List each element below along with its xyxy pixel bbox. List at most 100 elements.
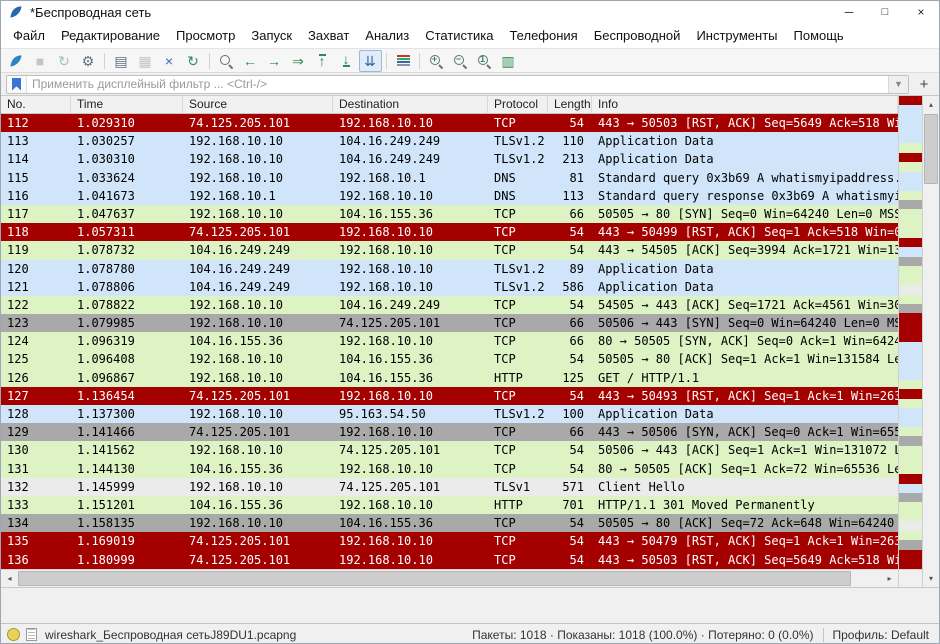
packet-row-128[interactable]: 1281.137300192.168.10.1095.163.54.50TLSv… — [1, 405, 898, 423]
zoom-normal-button[interactable]: 1 — [473, 50, 496, 72]
colorize-packets-button[interactable] — [392, 50, 415, 72]
save-file-button[interactable]: ▦ — [134, 50, 157, 72]
minimap-stripe — [899, 417, 922, 426]
go-forward-button[interactable]: → — [263, 50, 286, 72]
go-last-packet-button[interactable]: ↓ — [335, 50, 358, 72]
menu-item-6[interactable]: Статистика — [417, 25, 501, 46]
resize-columns-button[interactable]: ▥ — [497, 50, 520, 72]
go-back-button[interactable]: ← — [239, 50, 262, 72]
packet-row-131[interactable]: 1311.144130104.16.155.36192.168.10.10TCP… — [1, 460, 898, 478]
cell-proto: TLSv1.2 — [488, 132, 548, 150]
cell-no: 131 — [1, 460, 71, 478]
menu-item-9[interactable]: Инструменты — [688, 25, 785, 46]
cell-src: 104.16.249.249 — [183, 241, 333, 259]
minimap-stripe — [899, 531, 922, 540]
profile-label[interactable]: Профиль: Default — [833, 628, 930, 642]
menu-item-4[interactable]: Захват — [300, 25, 357, 46]
filter-dropdown-button[interactable]: ▼ — [888, 76, 908, 93]
filter-add-button[interactable]: + — [914, 75, 934, 94]
menu-item-10[interactable]: Помощь — [786, 25, 852, 46]
packet-row-117[interactable]: 1171.047637192.168.10.10104.16.155.36TCP… — [1, 205, 898, 223]
capture-options-button[interactable]: ⚙ — [77, 50, 100, 72]
menu-item-0[interactable]: Файл — [5, 25, 53, 46]
packet-row-132[interactable]: 1321.145999192.168.10.1074.125.205.101TL… — [1, 478, 898, 496]
scroll-down-arrow-icon[interactable]: ▾ — [923, 570, 939, 587]
horizontal-scrollbar[interactable]: ◂ ▸ — [1, 569, 898, 587]
expert-info-icon[interactable] — [7, 628, 20, 641]
menu-item-7[interactable]: Телефония — [501, 25, 585, 46]
capture-comment-icon[interactable] — [26, 628, 37, 641]
cell-dst: 104.16.249.249 — [333, 150, 488, 168]
packet-row-135[interactable]: 1351.16901974.125.205.101192.168.10.10TC… — [1, 532, 898, 550]
menu-item-3[interactable]: Запуск — [243, 25, 300, 46]
packet-row-133[interactable]: 1331.151201104.16.155.36192.168.10.10HTT… — [1, 496, 898, 514]
close-button[interactable]: × — [903, 1, 939, 23]
packet-row-112[interactable]: 1121.02931074.125.205.101192.168.10.10TC… — [1, 114, 898, 132]
capture-file-name: wireshark_Беспроводная сетьJ89DU1.pcapng — [45, 628, 472, 642]
packet-row-114[interactable]: 1141.030310192.168.10.10104.16.249.249TL… — [1, 150, 898, 168]
zoom-in-button[interactable]: + — [425, 50, 448, 72]
packet-row-136[interactable]: 1361.18099974.125.205.101192.168.10.10TC… — [1, 551, 898, 569]
packet-row-124[interactable]: 1241.096319104.16.155.36192.168.10.10TCP… — [1, 332, 898, 350]
open-file-button[interactable]: ▤ — [110, 50, 133, 72]
filter-bookmark-button[interactable] — [7, 76, 27, 93]
zoom-out-button[interactable]: − — [449, 50, 472, 72]
menu-item-1[interactable]: Редактирование — [53, 25, 168, 46]
minimap-stripes[interactable] — [899, 96, 922, 569]
packet-row-118[interactable]: 1181.05731174.125.205.101192.168.10.10TC… — [1, 223, 898, 241]
column-header-destination[interactable]: Destination — [333, 96, 488, 113]
cell-no: 115 — [1, 169, 71, 187]
intelligent-scrollbar-minimap[interactable] — [898, 96, 922, 587]
go-to-packet-button[interactable]: ⇒ — [287, 50, 310, 72]
packet-row-116[interactable]: 1161.041673192.168.10.1192.168.10.10DNS1… — [1, 187, 898, 205]
packet-row-113[interactable]: 1131.030257192.168.10.10104.16.249.249TL… — [1, 132, 898, 150]
auto-scroll-button[interactable]: ⇊ — [359, 50, 382, 72]
column-header-info[interactable]: Info — [592, 96, 898, 113]
close-file-button[interactable]: × — [158, 50, 181, 72]
start-capture-button[interactable] — [5, 50, 28, 72]
cell-no: 114 — [1, 150, 71, 168]
cell-info: 50505 → 80 [ACK] Seq=72 Ack=648 Win=6424… — [592, 514, 898, 532]
cell-no: 128 — [1, 405, 71, 423]
horizontal-scroll-thumb[interactable] — [18, 571, 851, 586]
menu-item-5[interactable]: Анализ — [357, 25, 417, 46]
vertical-scrollbar[interactable]: ▴ ▾ — [922, 96, 939, 587]
reload-file-icon: ↻ — [187, 54, 199, 68]
menu-item-2[interactable]: Просмотр — [168, 25, 243, 46]
packet-row-123[interactable]: 1231.079985192.168.10.1074.125.205.101TC… — [1, 314, 898, 332]
packet-row-134[interactable]: 1341.158135192.168.10.10104.16.155.36TCP… — [1, 514, 898, 532]
go-first-packet-button[interactable]: ↑ — [311, 50, 334, 72]
packet-row-122[interactable]: 1221.078822192.168.10.10104.16.249.249TC… — [1, 296, 898, 314]
cell-info: 50505 → 80 [SYN] Seq=0 Win=64240 Len=0 M… — [592, 205, 898, 223]
packet-row-126[interactable]: 1261.096867192.168.10.10104.16.155.36HTT… — [1, 369, 898, 387]
packet-row-125[interactable]: 1251.096408192.168.10.10104.16.155.36TCP… — [1, 350, 898, 368]
minimize-button[interactable]: ─ — [831, 1, 867, 23]
column-header-length[interactable]: Length — [548, 96, 592, 113]
maximize-button[interactable]: □ — [867, 1, 903, 23]
packet-row-127[interactable]: 1271.13645474.125.205.101192.168.10.10TC… — [1, 387, 898, 405]
restart-capture-button[interactable]: ↻ — [53, 50, 76, 72]
column-header-protocol[interactable]: Protocol — [488, 96, 548, 113]
column-header-no[interactable]: No. — [1, 96, 71, 113]
vertical-scroll-thumb[interactable] — [924, 114, 938, 184]
packet-row-121[interactable]: 1211.078806104.16.249.249192.168.10.10TL… — [1, 278, 898, 296]
column-header-time[interactable]: Time — [71, 96, 183, 113]
packet-row-130[interactable]: 1301.141562192.168.10.1074.125.205.101TC… — [1, 441, 898, 459]
packet-row-129[interactable]: 1291.14146674.125.205.101192.168.10.10TC… — [1, 423, 898, 441]
minimap-stripe — [899, 474, 922, 483]
packet-row-115[interactable]: 1151.033624192.168.10.10192.168.10.1DNS8… — [1, 169, 898, 187]
display-filter-input[interactable] — [27, 77, 888, 91]
scroll-right-arrow-icon[interactable]: ▸ — [881, 570, 898, 587]
minimap-stripe — [899, 455, 922, 464]
menu-item-8[interactable]: Беспроводной — [586, 25, 689, 46]
packet-row-119[interactable]: 1191.078732104.16.249.249192.168.10.10TC… — [1, 241, 898, 259]
toolbar-separator — [386, 53, 387, 69]
scroll-left-arrow-icon[interactable]: ◂ — [1, 570, 18, 587]
packet-row-120[interactable]: 1201.078780104.16.249.249192.168.10.10TL… — [1, 260, 898, 278]
stop-capture-button[interactable]: ■ — [29, 50, 52, 72]
reload-file-button[interactable]: ↻ — [182, 50, 205, 72]
scroll-up-arrow-icon[interactable]: ▴ — [923, 96, 939, 113]
column-header-source[interactable]: Source — [183, 96, 333, 113]
find-packet-button[interactable] — [215, 50, 238, 72]
cell-dst: 104.16.155.36 — [333, 205, 488, 223]
